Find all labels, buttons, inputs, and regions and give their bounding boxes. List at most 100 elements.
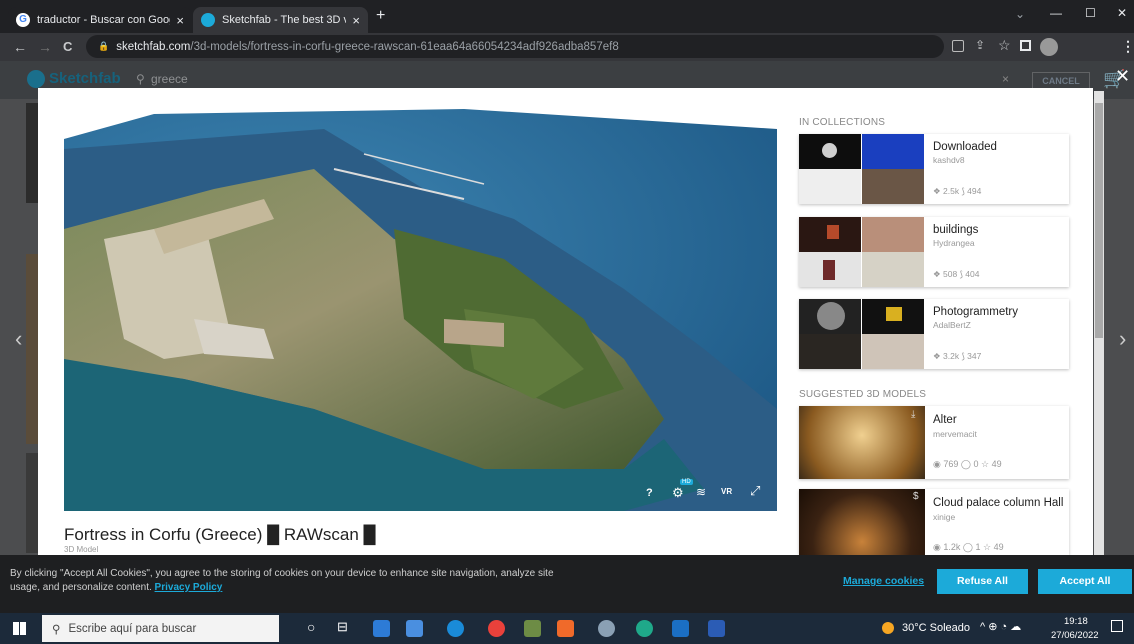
collection-thumbnail [862,217,924,252]
tab-search-button[interactable]: ⌄ [1015,7,1025,21]
cookie-text: By clicking "Accept All Cookies", you ag… [10,568,554,579]
model-name[interactable]: Alter [933,414,957,426]
scrollbar-thumb[interactable] [1095,103,1103,338]
privacy-policy-link[interactable]: Privacy Policy [155,582,223,593]
collection-thumbnail [862,169,924,204]
collection-card[interactable]: buildings Hydrangea ❖ 508 ⟆ 404 [799,217,1069,287]
chrome-icon[interactable] [598,620,615,637]
like-count: 49 [993,542,1004,552]
cookie-text-2: usage, and personalize content. [10,582,155,593]
system-tray-icons[interactable]: ^ ⊕ ◔ ☁ [980,620,1021,633]
model-author[interactable]: mervemacit [933,429,977,439]
eye-icon: ◉ [933,542,941,552]
mail-icon[interactable] [406,620,423,637]
windows-start-icon[interactable] [13,622,26,635]
collection-name[interactable]: Downloaded [933,141,997,153]
share-icon[interactable]: ⇪ [975,38,985,52]
file-explorer-icon[interactable] [373,620,390,637]
layers-icon[interactable]: ≋ [696,485,706,499]
accept-all-button[interactable]: Accept All [1038,569,1132,594]
settings-gear-icon[interactable]: ⚙ [672,485,684,501]
modal-scrollbar[interactable] [1094,91,1104,555]
close-icon[interactable]: × [176,13,184,28]
view-count: 1.2k [943,542,961,552]
collection-author[interactable]: Hydrangea [933,238,975,248]
collection-author[interactable]: AdalBertZ [933,320,971,330]
minimize-button[interactable]: — [1050,6,1062,20]
comment-count: 1 [975,542,981,552]
collection-card[interactable]: Downloaded kashdv8 ❖ 2.5k ⟆ 494 [799,134,1069,204]
collection-thumbnail [862,134,924,169]
model-thumbnail [799,489,925,555]
download-icon[interactable]: ⤓ [911,409,915,420]
url-field[interactable]: 🔒 sketchfab.com/3d-models/fortress-in-co… [86,35,944,58]
opera-icon[interactable] [488,620,505,637]
suggested-model-card[interactable]: $ Cloud palace column Hall xinige ◉ 1.2k… [799,489,1069,555]
notifications-icon[interactable] [1111,620,1123,632]
forward-button[interactable]: → [38,39,52,55]
collection-author[interactable]: kashdv8 [933,155,965,165]
taskbar-search-box[interactable]: ⚲ Escribe aquí para buscar [42,615,279,642]
profile-avatar[interactable] [1040,38,1058,56]
back-button[interactable]: ← [13,39,27,55]
tab-label: traductor - Buscar con Google [37,14,171,26]
minecraft-icon[interactable] [524,620,541,637]
model-name[interactable]: Cloud palace column Hall [933,497,1063,509]
task-view-icon[interactable]: ⊟ [337,619,348,635]
reload-button[interactable]: C [63,39,72,55]
clock-date[interactable]: 27/06/2022 [1051,630,1099,641]
steam-icon[interactable] [672,620,689,637]
maximize-button[interactable]: ☐ [1085,6,1096,20]
clock-time[interactable]: 19:18 [1064,616,1088,627]
3d-viewer[interactable]: ? ⚙ HD ≋ VR ⤢ [64,109,777,511]
url-path: /3d-models/fortress-in-corfu-greece-raws… [190,40,619,53]
edge-icon[interactable] [447,620,464,637]
clear-search-button[interactable]: × [1002,72,1009,86]
close-window-button[interactable]: ✕ [1117,6,1127,20]
weather-text[interactable]: 30°C Soleado [902,622,970,634]
tab-google[interactable]: G traductor - Buscar con Google × [8,7,192,33]
collection-card[interactable]: Photogrammetry AdalBertZ ❖ 3.2k ⟆ 347 [799,299,1069,369]
like-count: 49 [991,459,1002,469]
collection-name[interactable]: Photogrammetry [933,306,1018,318]
model-title: Fortress in Corfu (Greece) █ RAWscan █ [64,525,376,544]
translate-icon[interactable] [952,40,964,52]
extension-icon[interactable] [1020,40,1031,51]
search-icon: ⚲ [136,72,145,86]
suggested-model-card[interactable]: ⤓ Alter mervemacit ◉ 769 ◯ 0 ☆ 49 [799,406,1069,479]
help-button[interactable]: ? [646,487,653,499]
new-tab-button[interactable]: + [376,7,385,25]
close-modal-button[interactable]: ✕ [1115,66,1130,87]
sketchfab-logo-text[interactable]: Sketchfab [49,70,121,87]
next-model-arrow[interactable]: › [1119,326,1126,352]
search-icon: ⚲ [52,623,61,636]
taskbar-search-placeholder: Escribe aquí para buscar [68,622,197,635]
view-count: 404 [965,269,980,279]
feed-icon: ⟆ [959,269,963,279]
model-preview-modal: ? ⚙ HD ≋ VR ⤢ Fortress in Corfu (Greece)… [38,88,1093,555]
word-icon[interactable] [708,620,725,637]
eye-icon: ◉ [933,459,941,469]
fullscreen-icon[interactable]: ⤢ [750,483,760,499]
view-count: 769 [943,459,959,469]
tab-sketchfab[interactable]: Sketchfab - The best 3D viewer o × [193,7,368,33]
models-icon: ❖ [933,269,941,279]
search-input[interactable]: greece [151,72,188,86]
cortana-icon[interactable]: ○ [307,619,315,635]
in-collections-heading: IN COLLECTIONS [799,117,886,128]
model-author[interactable]: xinige [933,512,955,522]
close-icon[interactable]: × [352,13,360,28]
star-icon: ☆ [981,459,990,469]
menu-kebab-icon[interactable]: ⋮ [1121,38,1134,55]
bookmark-star-icon[interactable]: ☆ [998,37,1011,54]
manage-cookies-link[interactable]: Manage cookies [843,575,924,587]
vr-icon[interactable]: VR [721,487,732,496]
star-icon: ☆ [983,542,992,552]
prev-model-arrow[interactable]: ‹ [15,326,22,352]
app-icon[interactable] [636,620,653,637]
suggested-models-heading: SUGGESTED 3D MODELS [799,389,927,400]
refuse-all-button[interactable]: Refuse All [937,569,1028,594]
foxit-icon[interactable] [557,620,574,637]
collection-name[interactable]: buildings [933,224,978,236]
collection-thumbnail [799,252,861,287]
